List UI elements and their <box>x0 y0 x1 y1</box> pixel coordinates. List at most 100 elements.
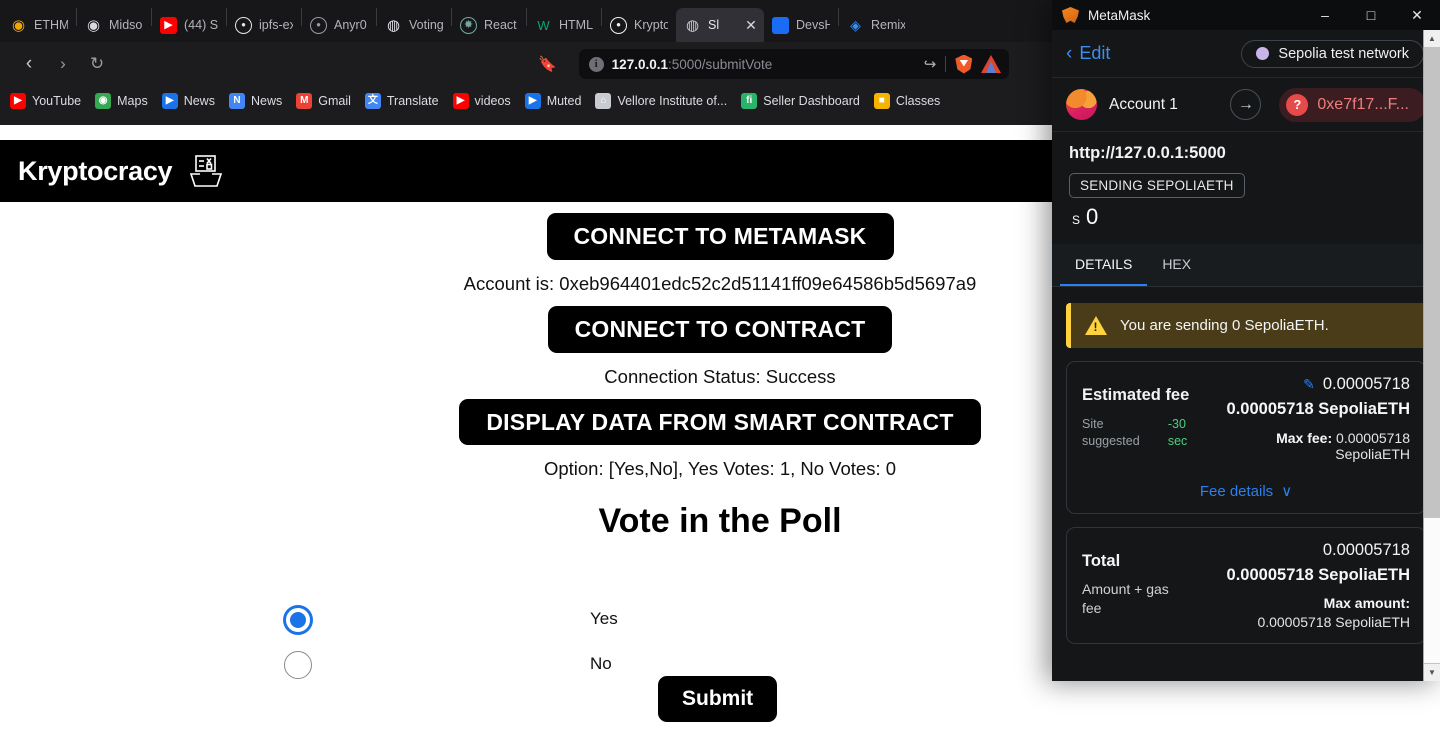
tab-title: Anyr0 <box>334 18 367 32</box>
blue-circle-icon: ▶ <box>161 93 178 109</box>
bookmark-label: videos <box>474 94 511 108</box>
openai-icon: ✸ <box>460 16 477 34</box>
browser-tab-ipfs-ex[interactable]: ● ipfs-ex <box>227 8 301 42</box>
bookmark-classes[interactable]: ■ Classes <box>873 93 940 109</box>
flipkart-icon: fi <box>741 93 758 109</box>
tab-title: Voting <box>409 18 443 32</box>
bookmark-label: Muted <box>546 94 582 108</box>
minimize-icon[interactable]: – <box>1302 0 1348 30</box>
maximize-icon[interactable]: □ <box>1348 0 1394 30</box>
url-actions: ↪ <box>924 54 1002 74</box>
tab-title: HTML <box>559 18 593 32</box>
estimated-fee-card: Estimated fee Site suggested -30 sec ✎ 0… <box>1066 361 1426 514</box>
tab-title: Midso <box>109 18 143 32</box>
bookmark-news[interactable]: N News <box>228 93 282 109</box>
browser-tab-voting[interactable]: ◍ Voting <box>377 8 451 42</box>
chevron-down-icon: ∨ <box>1281 483 1293 500</box>
total-value: 0.00005718 <box>1322 541 1410 559</box>
metamask-account-row: Account 1 → ? 0xe7f17...F... <box>1052 78 1440 132</box>
tab-title: ETHM <box>34 18 68 32</box>
github-icon: ● <box>310 16 327 34</box>
edit-pencil-icon[interactable]: ✎ <box>1303 376 1315 393</box>
browser-tab-midso[interactable]: ◉ Midso <box>77 8 151 42</box>
metamask-window: MetaMask – □ ✕ ‹ Edit Sepolia test netwo… <box>1052 0 1440 681</box>
bookmark-label: YouTube <box>32 94 82 108</box>
bookmark-label: Vellore Institute of... <box>617 94 728 108</box>
vit-icon: ⌂ <box>595 93 612 109</box>
estimated-fee-label: Estimated fee <box>1082 386 1190 404</box>
address-bar[interactable]: i 127.0.0.1:5000/submitVote ↪ <box>578 49 1010 79</box>
bookmark-news[interactable]: ▶ News <box>161 93 215 109</box>
share-icon[interactable]: ↪ <box>924 55 937 73</box>
radio-option-yes[interactable] <box>284 606 312 635</box>
browser-tab--44-st[interactable]: ▶ (44) St <box>152 8 226 42</box>
tab-close-icon[interactable]: ✕ <box>743 17 759 33</box>
reload-icon[interactable]: ↻ <box>82 49 112 79</box>
bookmark-maps[interactable]: ◉ Maps <box>95 93 148 109</box>
classroom-icon: ■ <box>873 93 890 109</box>
bookmark-icon[interactable]: 🔖 <box>533 49 563 79</box>
tab-details[interactable]: DETAILS <box>1060 244 1148 286</box>
submit-button[interactable]: Submit <box>658 676 778 723</box>
bookmark-muted[interactable]: ▶ Muted <box>524 93 582 109</box>
bookmark-videos[interactable]: ▶ videos <box>452 93 511 109</box>
scroll-up-icon[interactable]: ▲ <box>1424 30 1440 47</box>
recipient-address: 0xe7f17...F... <box>1317 95 1409 113</box>
midjourney-icon: ◉ <box>86 16 101 34</box>
bookmark-vellore-institute-of[interactable]: ⌂ Vellore Institute of... <box>595 93 727 109</box>
url-host: 127.0.0.1 <box>611 56 668 72</box>
network-selector[interactable]: Sepolia test network <box>1241 39 1424 68</box>
tab-hex[interactable]: HEX <box>1147 244 1206 286</box>
brave-shield-icon[interactable] <box>955 54 973 74</box>
youtube-icon: ▶ <box>160 16 177 34</box>
bookmark-translate[interactable]: 文 Translate <box>364 93 439 109</box>
brave-rewards-icon[interactable] <box>981 55 1002 73</box>
youtube-icon: ▶ <box>10 93 26 109</box>
metamask-tabs: DETAILS HEX <box>1052 244 1440 287</box>
close-icon[interactable]: ✕ <box>1394 0 1440 30</box>
github-icon: ● <box>235 16 252 34</box>
bookmark-seller-dashboard[interactable]: fi Seller Dashboard <box>741 93 860 109</box>
devshouse-icon <box>772 16 789 34</box>
recipient-address-pill[interactable]: ? 0xe7f17...F... <box>1279 87 1426 122</box>
back-icon[interactable]: ‹ <box>14 49 44 79</box>
google-news-icon: N <box>228 93 245 109</box>
bookmark-label: Translate <box>386 94 439 108</box>
browser-tab-react[interactable]: ✸ React <box>452 8 526 42</box>
connect-contract-button[interactable]: CONNECT TO CONTRACT <box>547 305 893 353</box>
metamask-scrollbar[interactable]: ▲ ▼ <box>1423 30 1440 681</box>
browser-tab-devsh[interactable]: DevsH <box>764 8 838 42</box>
browser-tab-krypto[interactable]: ● Krypto <box>602 8 676 42</box>
warning-banner: You are sending 0 SepoliaETH. <box>1066 303 1426 348</box>
browser-tab-remix[interactable]: ◈ Remix <box>839 8 913 42</box>
amount-value: 0 <box>1086 204 1099 229</box>
connect-metamask-button[interactable]: CONNECT TO METAMASK <box>546 213 894 260</box>
scroll-down-icon[interactable]: ▼ <box>1424 664 1440 681</box>
tab-title: ipfs-ex <box>259 18 293 32</box>
forward-icon[interactable]: › <box>48 49 78 79</box>
browser-tab-sl[interactable]: ◍ Sl ✕ <box>676 8 764 42</box>
radio-option-no[interactable] <box>284 651 312 680</box>
bookmark-gmail[interactable]: M Gmail <box>296 93 351 109</box>
bookmark-label: News <box>183 94 215 108</box>
display-data-button[interactable]: DISPLAY DATA FROM SMART CONTRACT <box>459 398 981 446</box>
metamask-titlebar: MetaMask – □ ✕ <box>1052 0 1440 30</box>
tab-title: Krypto <box>634 18 668 32</box>
metamask-window-title: MetaMask <box>1088 7 1151 23</box>
edit-back-button[interactable]: ‹ Edit <box>1066 43 1110 65</box>
scrollbar-thumb[interactable] <box>1424 518 1440 663</box>
total-amount: 0.00005718 SepoliaETH <box>1226 566 1410 584</box>
fee-details-toggle[interactable]: Fee details ∨ <box>1082 482 1410 501</box>
w3schools-icon: W <box>537 17 550 33</box>
tab-title: React <box>484 18 517 32</box>
translate-icon: 文 <box>364 93 381 109</box>
metamask-fox-icon <box>1062 7 1079 23</box>
url-path: :5000/submitVote <box>667 56 773 72</box>
bookmark-youtube[interactable]: ▶ YouTube <box>10 93 81 109</box>
globe-icon: ◍ <box>685 16 700 34</box>
browser-tab-ethm[interactable]: ◉ ETHM <box>2 8 76 42</box>
browser-tab-html[interactable]: W HTML <box>527 8 601 42</box>
browser-tab-anyr0[interactable]: ● Anyr0 <box>302 8 376 42</box>
bookmark-label: Maps <box>117 94 148 108</box>
site-info-icon[interactable]: i <box>588 56 604 72</box>
